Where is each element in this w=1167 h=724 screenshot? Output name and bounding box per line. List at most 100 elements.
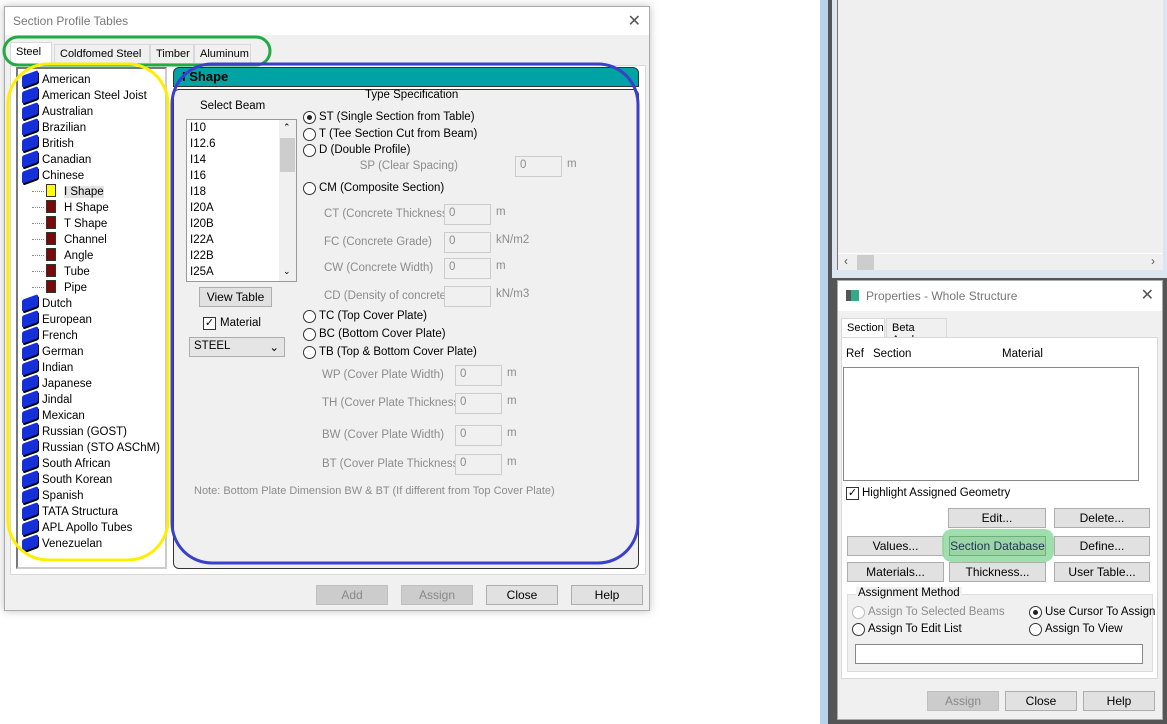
tab-beta-angle[interactable]: Beta Angle (886, 318, 947, 346)
tab-timber[interactable]: Timber (150, 44, 194, 64)
delete-button[interactable]: Delete... (1054, 508, 1150, 528)
tree-item[interactable]: South Korean (22, 470, 112, 488)
ct-input: 0 (444, 204, 491, 225)
book-icon (22, 486, 38, 504)
tc-radio[interactable] (303, 310, 316, 323)
assign-selected-beams-radio[interactable] (852, 606, 865, 619)
tree-item[interactable]: APL Apollo Tubes (22, 518, 132, 536)
assign-button[interactable]: Assign (927, 691, 999, 711)
material-tabs: Steel Coldfomed Steel Timber Aluminum (10, 42, 280, 66)
t-radio[interactable] (303, 128, 316, 141)
define-button[interactable]: Define... (1054, 536, 1150, 556)
ct-label: CT (Concrete Thickness) (324, 208, 452, 220)
tree-item[interactable]: European (22, 310, 92, 328)
tree-item[interactable]: Japanese (22, 374, 92, 392)
tree-item[interactable]: Brazilian (22, 118, 87, 136)
tree-item-label: Brazilian (42, 122, 87, 134)
tree-item[interactable]: British (22, 134, 74, 152)
d-radio[interactable] (303, 144, 316, 157)
assign-button[interactable]: Assign (401, 585, 473, 605)
scroll-down-icon[interactable]: ⌄ (283, 266, 291, 277)
book-icon (22, 326, 38, 344)
tree-item[interactable]: South African (22, 454, 110, 472)
material-checkbox[interactable]: ✓ (203, 317, 216, 330)
shape-page-icon (46, 216, 56, 229)
tree-item-label: I Shape (64, 186, 104, 198)
scroll-right-icon[interactable]: › (1151, 254, 1155, 268)
user-table-button[interactable]: User Table... (1054, 562, 1150, 582)
tb-radio[interactable] (303, 346, 316, 359)
shape-page-icon (46, 264, 56, 277)
tree-item[interactable]: American Steel Joist (22, 86, 147, 104)
tree-connector (32, 191, 44, 192)
tab-aluminum[interactable]: Aluminum (194, 44, 251, 64)
highlight-checkbox[interactable]: ✓ (846, 487, 859, 500)
tree-item[interactable]: French (22, 326, 78, 344)
sp-unit: m (567, 158, 577, 170)
tree-item[interactable]: American (22, 70, 91, 88)
st-radio[interactable] (303, 111, 316, 124)
scroll-thumb[interactable] (857, 255, 874, 270)
tree-item[interactable]: German (22, 342, 84, 360)
tree-item-label: Jindal (42, 394, 73, 406)
tree-item[interactable]: Jindal (22, 390, 73, 408)
tree-item[interactable]: Pipe (32, 280, 87, 296)
tree-item[interactable]: Chinese (22, 166, 84, 184)
thickness-button[interactable]: Thickness... (949, 562, 1046, 582)
add-button[interactable]: Add (316, 585, 388, 605)
materials-button[interactable]: Materials... (847, 562, 944, 582)
tree-item[interactable]: Angle (32, 248, 93, 264)
scroll-up-icon[interactable]: ⌃ (283, 122, 291, 133)
tree-item[interactable]: Indian (22, 358, 73, 376)
assign-view-radio[interactable] (1029, 623, 1042, 636)
book-icon (22, 406, 38, 424)
beam-list[interactable]: ⌃ ⌄ I10 I12.6 I14 I16 I18 I20A I20B I22A I22B I25… (186, 119, 297, 282)
scroll-thumb[interactable] (280, 138, 295, 172)
bc-radio[interactable] (303, 328, 316, 341)
tree-item[interactable]: Channel (32, 232, 107, 248)
view-table-button[interactable]: View Table (199, 287, 272, 307)
tree-item[interactable]: Venezuelan (22, 534, 102, 552)
close-icon[interactable]: ✕ (628, 11, 641, 31)
tree-item[interactable]: I Shape (32, 184, 104, 200)
assign-edit-list-radio[interactable] (852, 623, 865, 636)
material-select[interactable]: STEEL ⌄ (189, 337, 285, 357)
tree-item[interactable]: Australian (22, 102, 93, 120)
country-tree[interactable]: American American Steel Joist Australian Br… (16, 67, 167, 569)
cm-radio[interactable] (303, 182, 316, 195)
scroll-left-icon[interactable]: ‹ (844, 254, 848, 268)
tree-item[interactable]: T Shape (32, 216, 107, 232)
close-icon[interactable]: ✕ (1141, 285, 1154, 305)
window-splitter[interactable] (820, 0, 828, 724)
edit-list-input[interactable] (855, 644, 1143, 664)
book-icon (22, 422, 38, 440)
edit-button[interactable]: Edit... (948, 508, 1046, 528)
tree-item[interactable]: Russian (STO ASChM) (22, 438, 160, 456)
section-database-button[interactable]: Section Database (949, 536, 1046, 556)
select-beam-label: Select Beam (200, 100, 266, 112)
use-cursor-radio[interactable] (1029, 606, 1042, 619)
tab-coldformed-steel[interactable]: Coldfomed Steel (54, 44, 150, 64)
close-button[interactable]: Close (1005, 691, 1077, 711)
values-button[interactable]: Values... (847, 536, 944, 556)
tree-item[interactable]: Spanish (22, 486, 84, 504)
tree-item[interactable]: Mexican (22, 406, 85, 424)
tree-item[interactable]: Canadian (22, 150, 91, 168)
book-icon (22, 534, 38, 552)
tree-item-label: Spanish (42, 490, 84, 502)
tree-item-label: H Shape (64, 202, 109, 214)
properties-dialog: Properties - Whole Structure ✕ Section Be… (837, 280, 1163, 720)
bw-unit: m (507, 427, 517, 439)
beam-list-scrollbar[interactable]: ⌃ ⌄ (279, 120, 296, 281)
close-button[interactable]: Close (486, 585, 558, 605)
help-button[interactable]: Help (1083, 691, 1155, 711)
tree-item[interactable]: Tube (32, 264, 90, 280)
panel-header: I Shape (173, 67, 639, 87)
help-button[interactable]: Help (571, 585, 643, 605)
tab-steel[interactable]: Steel (10, 42, 52, 64)
horizontal-scrollbar[interactable]: ‹ › (838, 253, 1163, 270)
tree-item[interactable]: Russian (GOST) (22, 422, 127, 440)
tree-item[interactable]: H Shape (32, 200, 109, 216)
section-list[interactable] (843, 367, 1139, 481)
tree-item[interactable]: Dutch (22, 294, 72, 312)
